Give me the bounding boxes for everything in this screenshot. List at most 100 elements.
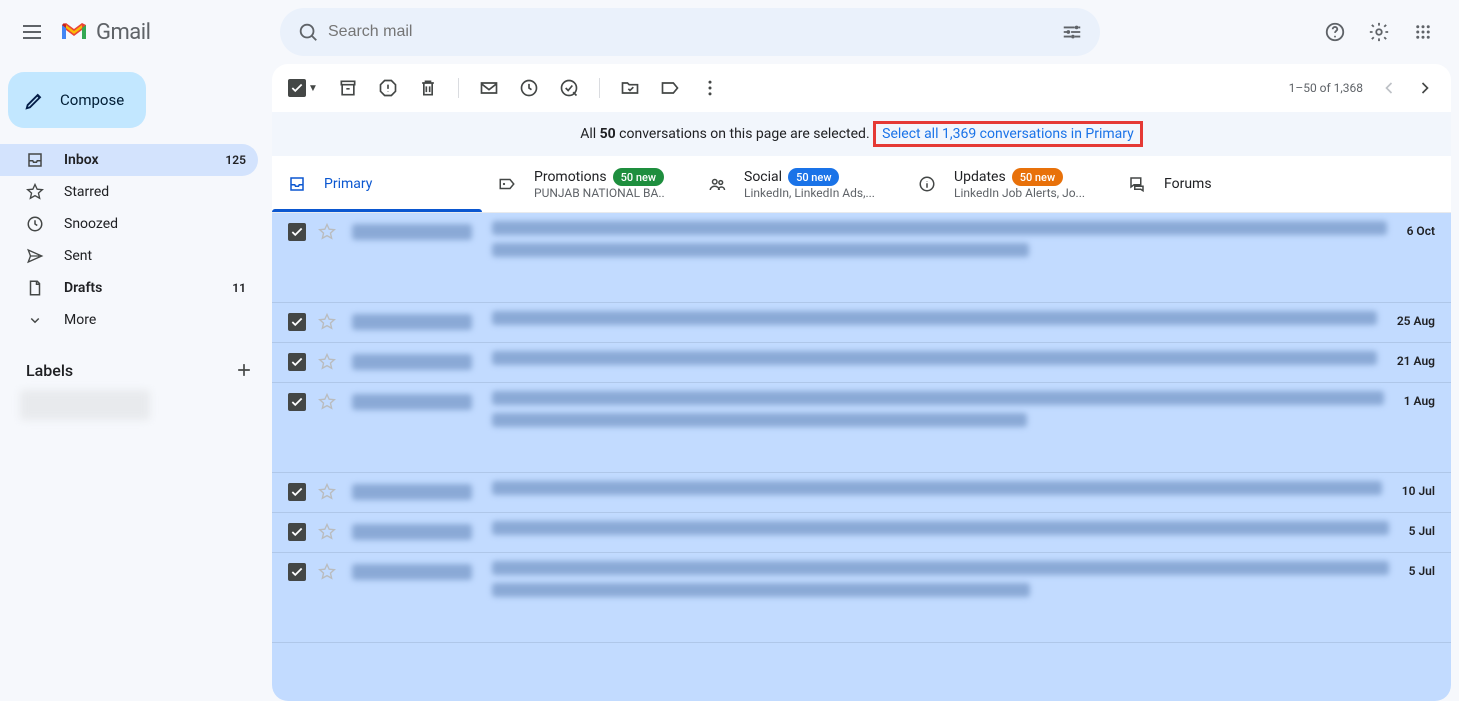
search-options-button[interactable]: [1052, 12, 1092, 52]
tab-primary[interactable]: Primary: [272, 156, 482, 212]
mail-content-redacted: [492, 311, 1377, 333]
star-button[interactable]: [318, 223, 338, 243]
gmail-logo-icon: [60, 21, 88, 43]
main-panel: ▼ 1–50 of 1,368 All 50 conve: [272, 64, 1451, 701]
mail-row[interactable]: 25 Aug: [272, 303, 1451, 343]
mail-content-redacted: [492, 221, 1387, 265]
mail-date: 5 Jul: [1409, 564, 1435, 578]
main-menu-button[interactable]: [8, 8, 56, 56]
help-icon: [1324, 21, 1346, 43]
check-icon: [290, 525, 304, 539]
nav-count: 125: [225, 153, 246, 167]
mail-checkbox[interactable]: [288, 313, 308, 333]
more-actions-button[interactable]: [700, 78, 720, 98]
tab-subtitle: LinkedIn, LinkedIn Ads,...: [744, 186, 875, 200]
star-button[interactable]: [318, 353, 338, 373]
header: Gmail: [0, 0, 1459, 64]
star-icon: [318, 483, 336, 501]
star-icon: [318, 353, 336, 371]
tab-updates[interactable]: Updates 50 newLinkedIn Job Alerts, Jo...: [902, 156, 1112, 212]
toolbar-right: 1–50 of 1,368: [1289, 78, 1435, 98]
send-icon: [26, 247, 46, 265]
inbox-icon: [288, 175, 308, 193]
search-button[interactable]: [288, 12, 328, 52]
mail-sender-redacted: [352, 484, 472, 500]
select-dropdown-caret[interactable]: ▼: [308, 83, 318, 94]
pencil-icon: [24, 89, 46, 111]
next-page-button[interactable]: [1415, 78, 1435, 98]
spam-icon: [378, 78, 398, 98]
tab-subtitle: LinkedIn Job Alerts, Jo...: [954, 186, 1085, 200]
nav-label: More: [64, 312, 246, 328]
move-to-button[interactable]: [620, 78, 640, 98]
star-button[interactable]: [318, 523, 338, 543]
mail-date: 21 Aug: [1397, 354, 1435, 368]
archive-button[interactable]: [338, 78, 358, 98]
check-icon: [290, 395, 304, 409]
check-icon: [290, 485, 304, 499]
star-button[interactable]: [318, 393, 338, 413]
gmail-logo[interactable]: Gmail: [60, 20, 150, 45]
mail-row[interactable]: 5 Jul: [272, 553, 1451, 643]
mail-date: 1 Aug: [1404, 394, 1435, 408]
tab-badge: 50 new: [1012, 168, 1063, 186]
nav-item-starred[interactable]: Starred: [0, 176, 258, 208]
nav-item-drafts[interactable]: Drafts11: [0, 272, 258, 304]
mail-sender-redacted: [352, 314, 472, 330]
mail-row[interactable]: 10 Jul: [272, 473, 1451, 513]
mail-content-redacted: [492, 561, 1389, 605]
apps-icon: [1414, 23, 1432, 41]
folder-icon: [620, 78, 640, 98]
tab-social[interactable]: Social 50 newLinkedIn, LinkedIn Ads,...: [692, 156, 902, 212]
mail-checkbox[interactable]: [288, 223, 308, 243]
add-task-button[interactable]: [559, 78, 579, 98]
report-spam-button[interactable]: [378, 78, 398, 98]
tab-promotions[interactable]: Promotions 50 newPUNJAB NATIONAL BA..: [482, 156, 692, 212]
nav-label: Drafts: [64, 280, 232, 296]
mail-checkbox[interactable]: [288, 393, 308, 413]
mail-sender-redacted: [352, 524, 472, 540]
star-icon: [26, 183, 46, 201]
star-button[interactable]: [318, 483, 338, 503]
select-all-conversations-link[interactable]: Select all 1,369 conversations in Primar…: [873, 121, 1143, 147]
settings-button[interactable]: [1359, 12, 1399, 52]
add-label-button[interactable]: [234, 360, 254, 380]
mail-row[interactable]: 21 Aug: [272, 343, 1451, 383]
compose-button[interactable]: Compose: [8, 72, 146, 128]
separator: [599, 78, 600, 98]
label-item-redacted: [20, 390, 150, 420]
select-all-control[interactable]: ▼: [288, 79, 318, 97]
star-button[interactable]: [318, 313, 338, 333]
labels-button[interactable]: [660, 78, 680, 98]
delete-button[interactable]: [418, 78, 438, 98]
search-input[interactable]: [328, 23, 1052, 41]
mail-checkbox[interactable]: [288, 353, 308, 373]
mail-row[interactable]: 6 Oct: [272, 213, 1451, 303]
nav-item-snoozed[interactable]: Snoozed: [0, 208, 258, 240]
banner-mid: conversations on this page are selected.: [616, 126, 873, 142]
tab-title: Updates 50 new: [954, 168, 1085, 186]
nav-item-sent[interactable]: Sent: [0, 240, 258, 272]
file-icon: [26, 279, 46, 297]
mark-read-button[interactable]: [479, 78, 499, 98]
mail-checkbox[interactable]: [288, 483, 308, 503]
tab-forums[interactable]: Forums: [1112, 156, 1322, 212]
select-all-checkbox[interactable]: [288, 79, 306, 97]
mail-row[interactable]: 5 Jul: [272, 513, 1451, 553]
mail-checkbox[interactable]: [288, 523, 308, 543]
help-button[interactable]: [1315, 12, 1355, 52]
label-icon: [660, 78, 680, 98]
apps-button[interactable]: [1403, 12, 1443, 52]
mail-row[interactable]: 1 Aug: [272, 383, 1451, 473]
prev-page-button[interactable]: [1379, 78, 1399, 98]
snooze-button[interactable]: [519, 78, 539, 98]
check-icon: [290, 225, 304, 239]
star-button[interactable]: [318, 563, 338, 583]
nav-item-more[interactable]: More: [0, 304, 258, 336]
mail-icon: [479, 78, 499, 98]
gear-icon: [1368, 21, 1390, 43]
mail-checkbox[interactable]: [288, 563, 308, 583]
nav-item-inbox[interactable]: Inbox125: [0, 144, 258, 176]
star-icon: [318, 393, 336, 411]
toolbar: ▼ 1–50 of 1,368: [272, 64, 1451, 112]
